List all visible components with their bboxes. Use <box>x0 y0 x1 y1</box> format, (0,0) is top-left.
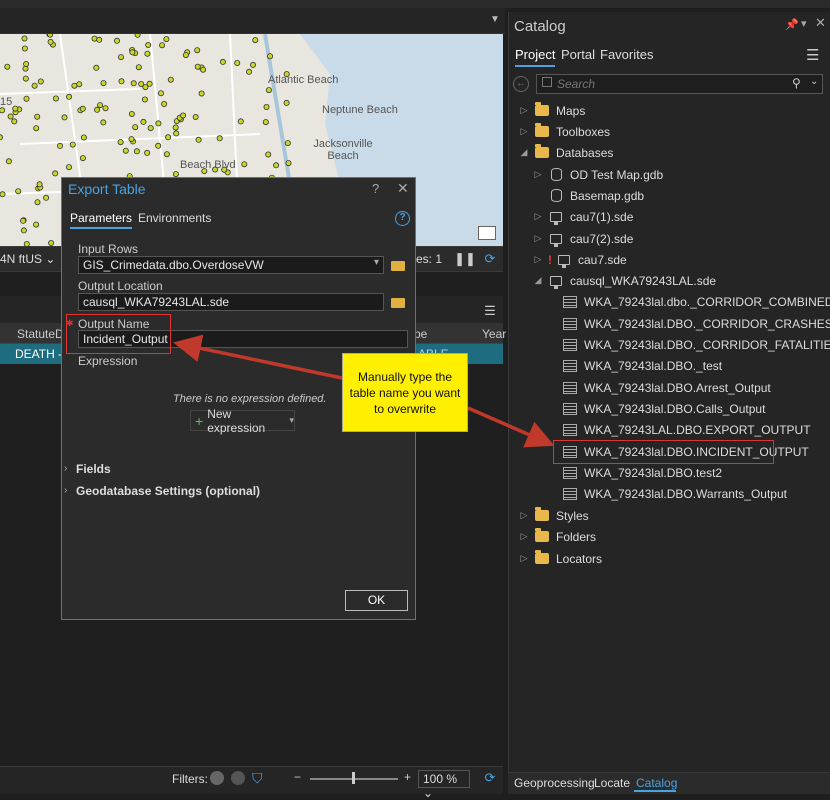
arrow-to-target-table <box>467 406 555 448</box>
arrow-to-output-name <box>173 334 343 380</box>
callout-note: Manually type the table name you want to… <box>342 353 468 432</box>
